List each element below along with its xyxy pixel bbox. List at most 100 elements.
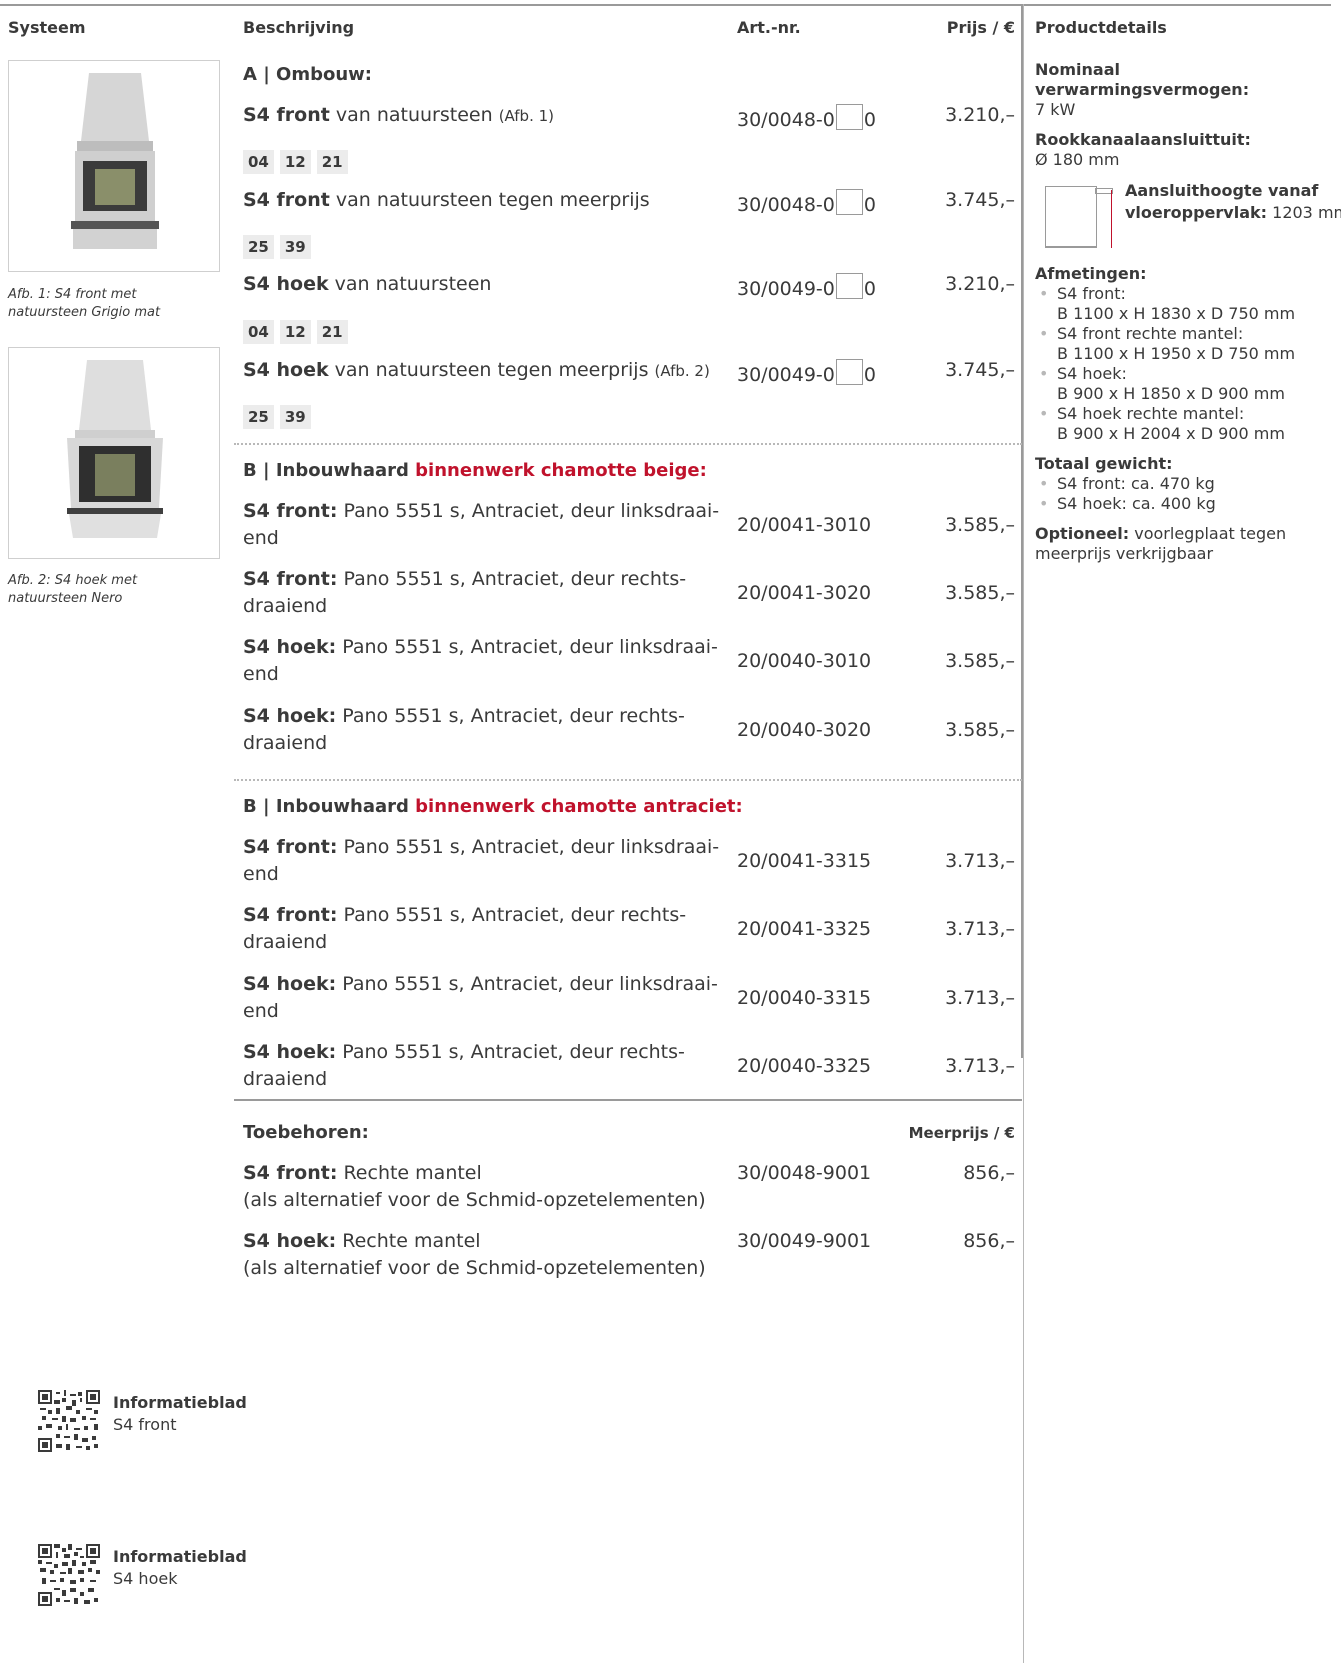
stone-code: 12 xyxy=(279,150,311,174)
section-b2-title: B | Inbouwhaard binnenwerk chamotte antr… xyxy=(243,796,743,817)
header-beschrijving: Beschrijving xyxy=(243,18,355,37)
flue-connector: Rookkanaalaansluittuit: Ø 180 mm xyxy=(1035,130,1335,170)
caption-1-line1: Afb. 1: S4 front met xyxy=(8,287,137,302)
section-a-row-1-desc: S4 front van natuursteen (Afb. 1) xyxy=(243,104,554,126)
section-a-row-1-price: 3.210,– xyxy=(945,104,1015,126)
product-image-s4-front xyxy=(8,60,220,272)
header-productdetails: Productdetails xyxy=(1035,18,1167,37)
total-weight: Totaal gewicht: S4 front: ca. 470 kg S4 … xyxy=(1035,454,1335,514)
section-a-row-2-codes: 25 39 xyxy=(243,235,311,259)
section-a-row-3-price: 3.210,– xyxy=(945,273,1015,295)
qr-subtitle: S4 front xyxy=(113,1415,177,1434)
dimensions: Afmetingen: S4 front:B 1100 x H 1830 x D… xyxy=(1035,264,1335,444)
section-a-row-3-artnr: 30/0049-0 0 xyxy=(737,273,876,300)
variant-code-box[interactable] xyxy=(835,189,863,215)
stone-code: 04 xyxy=(243,320,274,344)
accessories-title: Toebehoren: xyxy=(243,1122,369,1143)
list-item: S4 hoek: ca. 400 kg xyxy=(1035,494,1335,514)
list-item: S4 front rechte mantel:B 1100 x H 1950 x… xyxy=(1035,324,1335,364)
header-systeem: Systeem xyxy=(8,18,86,37)
dimensions-label: Afmetingen: xyxy=(1035,264,1147,283)
section-b2-row-3-desc: S4 hoek: Pano 5551 s, Antraciet, deur li… xyxy=(243,973,718,1022)
section-b2-row-1-desc: S4 front: Pano 5551 s, Antraciet, deur l… xyxy=(243,836,720,885)
accessories-divider xyxy=(234,1099,1022,1101)
caption-image-1: Afb. 1: S4 front met natuursteen Grigio … xyxy=(8,286,160,322)
flue-value: Ø 180 mm xyxy=(1035,150,1120,169)
accessory-row-2-desc: S4 hoek: Rechte mantel (als alternatief v… xyxy=(243,1230,706,1279)
section-b2-row-2-price: 3.713,– xyxy=(945,918,1015,940)
stove-front-illustration xyxy=(71,73,159,249)
stone-code: 39 xyxy=(279,235,311,259)
stone-code: 39 xyxy=(279,405,311,429)
caption-1-line2: natuursteen Grigio mat xyxy=(8,305,161,320)
heating-value: 7 kW xyxy=(1035,100,1076,119)
variant-code-box[interactable] xyxy=(835,104,863,130)
section-b1-row-3-artnr: 20/0040-3010 xyxy=(737,650,872,672)
stone-code: 25 xyxy=(243,405,274,429)
section-b1-row-4-price: 3.585,– xyxy=(945,719,1015,741)
section-a-row-4-desc: S4 hoek van natuursteen tegen meerprijs … xyxy=(243,359,710,381)
header-prijs: Prijs / € xyxy=(946,18,1015,37)
section-b1-row-2-artnr: 20/0041-3020 xyxy=(737,582,872,604)
accessory-row-1-desc: S4 front: Rechte mantel (als alternatief … xyxy=(243,1162,706,1211)
qr-label-s4-front: Informatieblad S4 front xyxy=(113,1392,247,1436)
flue-label: Rookkanaalaansluittuit: xyxy=(1035,130,1251,149)
heating-capacity: Nominaal verwarmingsvermogen: 7 kW xyxy=(1035,60,1335,120)
caption-2-line2: natuursteen Nero xyxy=(8,591,123,606)
product-details-panel: Nominaal verwarmingsvermogen: 7 kW Rookk… xyxy=(1035,60,1341,574)
section-b1-row-2-desc: S4 front: Pano 5551 s, Antraciet, deur r… xyxy=(243,568,687,617)
section-a-row-1-codes: 04 12 21 xyxy=(243,150,348,174)
list-item: S4 hoek:B 900 x H 1850 x D 900 mm xyxy=(1035,364,1335,404)
section-b1-row-1-artnr: 20/0041-3010 xyxy=(737,514,872,536)
qr-code-s4-front[interactable] xyxy=(38,1390,100,1452)
stone-code: 25 xyxy=(243,235,274,259)
variant-code-box[interactable] xyxy=(835,273,863,299)
section-a-row-4-codes: 25 39 xyxy=(243,405,311,429)
section-b1-row-1-desc: S4 front: Pano 5551 s, Antraciet, deur l… xyxy=(243,500,720,549)
accessory-row-2-artnr: 30/0049-9001 xyxy=(737,1230,872,1252)
weight-label: Totaal gewicht: xyxy=(1035,454,1173,473)
weight-list: S4 front: ca. 470 kg S4 hoek: ca. 400 kg xyxy=(1035,474,1335,514)
section-b2-row-4-artnr: 20/0040-3325 xyxy=(737,1055,872,1077)
caption-image-2: Afb. 2: S4 hoek met natuursteen Nero xyxy=(8,572,137,608)
section-b2-row-4-desc: S4 hoek: Pano 5551 s, Antraciet, deur re… xyxy=(243,1041,685,1090)
section-divider xyxy=(234,443,1022,445)
section-b2-row-2-artnr: 20/0041-3325 xyxy=(737,918,872,940)
accessories-price-header: Meerprijs / € xyxy=(908,1124,1015,1142)
stone-code: 21 xyxy=(316,150,348,174)
top-rule xyxy=(0,4,1331,6)
details-divider xyxy=(1023,4,1024,1663)
section-b2-row-1-artnr: 20/0041-3315 xyxy=(737,850,872,872)
stove-outline-icon xyxy=(1045,186,1097,248)
section-a-row-2-artnr: 30/0048-0 0 xyxy=(737,189,876,216)
connection-height-diagram: Aansluithoogte vanaf vloeroppervlak: 120… xyxy=(1035,180,1341,252)
height-marker-icon xyxy=(1111,190,1112,248)
qr-label-s4-hoek: Informatieblad S4 hoek xyxy=(113,1546,247,1590)
accessory-row-1-price: 856,– xyxy=(963,1162,1015,1184)
heating-label: Nominaal verwarmingsvermogen: xyxy=(1035,60,1250,99)
section-b1-row-3-desc: S4 hoek: Pano 5551 s, Antraciet, deur li… xyxy=(243,636,718,685)
section-b1-row-4-desc: S4 hoek: Pano 5551 s, Antraciet, deur re… xyxy=(243,705,685,754)
section-a-row-3-desc: S4 hoek van natuursteen xyxy=(243,273,492,295)
caption-2-line1: Afb. 2: S4 hoek met xyxy=(8,573,138,588)
stone-code: 12 xyxy=(279,320,311,344)
section-b1-row-2-price: 3.585,– xyxy=(945,582,1015,604)
section-b1-row-1-price: 3.585,– xyxy=(945,514,1015,536)
section-a-row-2-desc: S4 front van natuursteen tegen meerprijs xyxy=(243,189,650,211)
section-b1-row-4-artnr: 20/0040-3020 xyxy=(737,719,872,741)
section-b1-title: B | Inbouwhaard binnenwerk chamotte beig… xyxy=(243,460,707,481)
list-item: S4 hoek rechte mantel:B 900 x H 2004 x D… xyxy=(1035,404,1335,444)
section-b2-row-2-desc: S4 front: Pano 5551 s, Antraciet, deur r… xyxy=(243,904,687,953)
product-image-s4-hoek xyxy=(8,347,220,559)
section-a-row-2-price: 3.745,– xyxy=(945,189,1015,211)
stove-corner-illustration xyxy=(67,360,163,538)
section-a-row-1-artnr: 30/0048-0 0 xyxy=(737,104,876,131)
stone-code: 04 xyxy=(243,150,274,174)
section-a-title: A | Ombouw: xyxy=(243,64,372,85)
header-artnr: Art.-nr. xyxy=(737,18,801,37)
qr-subtitle: S4 hoek xyxy=(113,1569,178,1588)
qr-code-s4-hoek[interactable] xyxy=(38,1544,100,1606)
accessory-row-2-price: 856,– xyxy=(963,1230,1015,1252)
variant-code-box[interactable] xyxy=(835,359,863,385)
height-text: Aansluithoogte vanaf vloeroppervlak: 120… xyxy=(1125,181,1341,222)
